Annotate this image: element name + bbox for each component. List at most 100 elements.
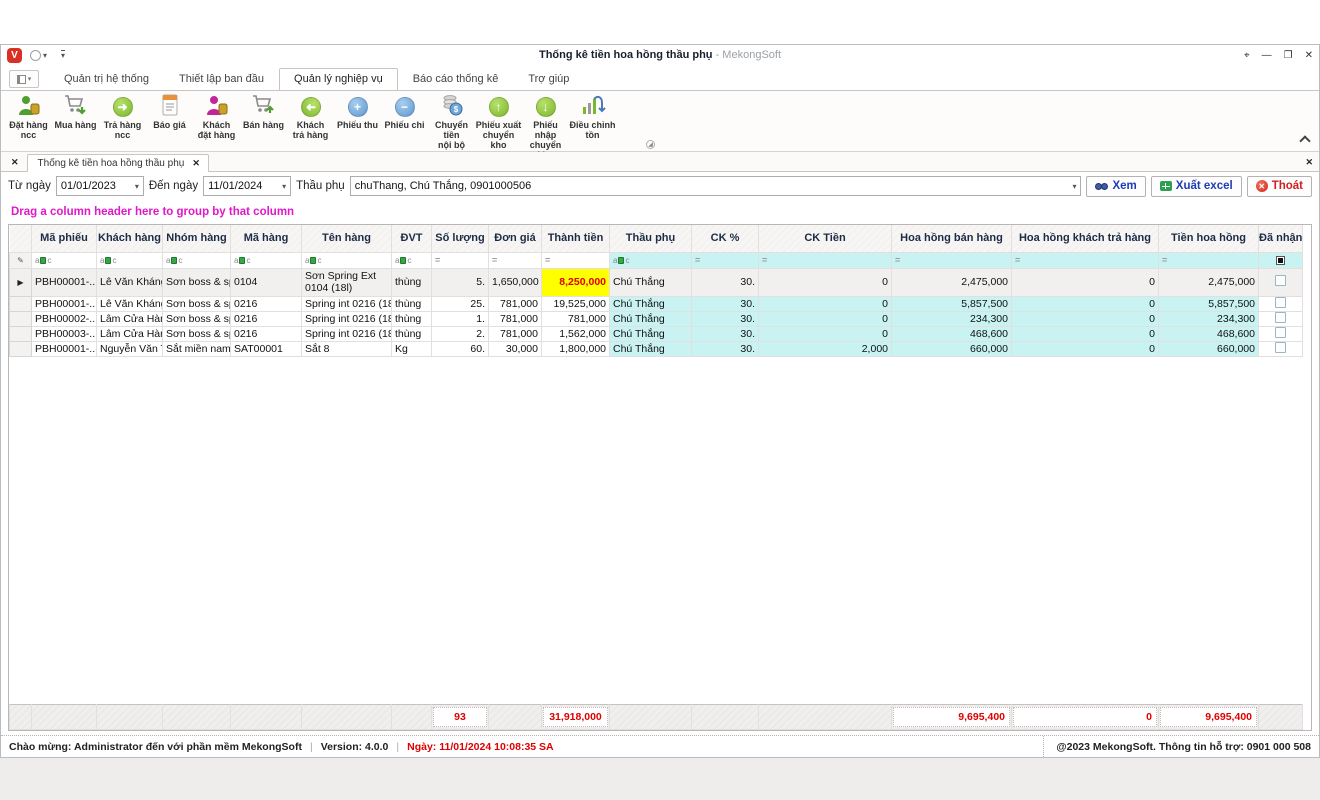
ribbon-tab-quản-trị-hệ-thống[interactable]: Quản trị hệ thống — [49, 68, 164, 90]
cell-ck_pct[interactable]: 30. — [692, 326, 759, 341]
cell-dvt[interactable]: thùng — [392, 326, 432, 341]
cell-hh_tra[interactable]: 0 — [1012, 341, 1159, 356]
ribbon-item-tra-hang-ncc[interactable]: ➜Trả hàng ncc — [99, 93, 146, 160]
filter-cell-ck_pct[interactable]: = — [692, 252, 759, 268]
cell-da_nhan[interactable] — [1259, 341, 1303, 356]
filter-cell-so_luong[interactable]: = — [432, 252, 489, 268]
cell-khach_hang[interactable]: Nguyễn Văn Tam — [97, 341, 163, 356]
cell-hh_tra[interactable]: 0 — [1012, 268, 1159, 296]
column-header-ma_phieu[interactable]: Mã phiếu — [32, 225, 97, 252]
cell-hh_tra[interactable]: 0 — [1012, 311, 1159, 326]
filter-cell-hh_ban[interactable]: = — [892, 252, 1012, 268]
table-row[interactable]: PBH00001-...Nguyễn Văn TamSắt miền namSA… — [10, 341, 1303, 356]
customize-toolbar-icon[interactable]: ▾ — [61, 50, 65, 60]
column-header-khach_hang[interactable]: Khách hàng — [97, 225, 163, 252]
ribbon-collapse-icon[interactable] — [1301, 135, 1309, 143]
cell-da_nhan[interactable] — [1259, 326, 1303, 341]
cell-ma_hang[interactable]: 0104 — [231, 268, 302, 296]
cell-ck_tien[interactable]: 0 — [759, 326, 892, 341]
cell-thanh_tien[interactable]: 1,562,000 — [542, 326, 610, 341]
cell-so_luong[interactable]: 25. — [432, 296, 489, 311]
filter-cell-ma_hang[interactable]: ac — [231, 252, 302, 268]
cell-nhom_hang[interactable]: Sơn boss & sp... — [163, 311, 231, 326]
cell-dvt[interactable]: thùng — [392, 296, 432, 311]
received-checkbox[interactable] — [1275, 342, 1286, 353]
cell-thanh_tien[interactable]: 8,250,000 — [542, 268, 610, 296]
tab-thong-ke-hoa-hong[interactable]: Thống kê tiền hoa hồng thầu phụ ✕ — [27, 154, 209, 172]
column-header-da_nhan[interactable]: Đã nhận — [1259, 225, 1303, 252]
filter-cell-nhom_hang[interactable]: ac — [163, 252, 231, 268]
ribbon-tab-trợ-giúp[interactable]: Trợ giúp — [513, 68, 584, 90]
ribbon-item-dieu-chinh-ton[interactable]: Điều chỉnh tồn — [569, 93, 616, 160]
ribbon-tab-quản-lý-nghiệp-vụ[interactable]: Quản lý nghiệp vụ — [279, 68, 398, 90]
cell-so_luong[interactable]: 60. — [432, 341, 489, 356]
ribbon-tab-báo-cáo-thống-kê[interactable]: Báo cáo thống kê — [398, 68, 514, 90]
ribbon-item-chuyen-tien-noi-bo[interactable]: $Chuyển tiền nội bộ — [428, 93, 475, 160]
cell-thau_phu[interactable]: Chú Thắng — [610, 311, 692, 326]
cell-don_gia[interactable]: 781,000 — [489, 326, 542, 341]
cell-dvt[interactable]: Kg — [392, 341, 432, 356]
group-dialog-launcher-icon[interactable]: ◢ — [646, 140, 655, 149]
cell-ma_hang[interactable]: SAT00001 — [231, 341, 302, 356]
row-indicator[interactable]: ▶ — [10, 268, 32, 296]
cell-ma_phieu[interactable]: PBH00003-... — [32, 326, 97, 341]
cell-nhom_hang[interactable]: Sắt miền nam — [163, 341, 231, 356]
filter-cell-khach_hang[interactable]: ac — [97, 252, 163, 268]
restore-icon[interactable]: ❐ — [1284, 50, 1293, 61]
chevron-down-icon[interactable]: ▾ — [278, 182, 290, 191]
cell-ma_hang[interactable]: 0216 — [231, 311, 302, 326]
ribbon-item-mua-hang[interactable]: Mua hàng — [52, 93, 99, 160]
cell-ck_tien[interactable]: 0 — [759, 311, 892, 326]
cell-thanh_tien[interactable]: 781,000 — [542, 311, 610, 326]
cell-nhom_hang[interactable]: Sơn boss & sp... — [163, 268, 231, 296]
column-header-ck_tien[interactable]: CK Tiền — [759, 225, 892, 252]
chevron-down-icon[interactable]: ▾ — [1068, 182, 1080, 191]
cell-hh_ban[interactable]: 2,475,000 — [892, 268, 1012, 296]
cell-thau_phu[interactable]: Chú Thắng — [610, 326, 692, 341]
cell-so_luong[interactable]: 1. — [432, 311, 489, 326]
cell-ten_hang[interactable]: Sơn Spring Ext 0104 (18l) — [302, 268, 392, 296]
filter-cell-dvt[interactable]: ac — [392, 252, 432, 268]
fullscreen-icon[interactable]: ⌖ — [1244, 50, 1250, 61]
minimize-icon[interactable]: — — [1262, 50, 1272, 61]
column-header-ten_hang[interactable]: Tên hàng — [302, 225, 392, 252]
cell-hh_ban[interactable]: 660,000 — [892, 341, 1012, 356]
cell-tien_hh[interactable]: 468,600 — [1159, 326, 1259, 341]
column-header-thanh_tien[interactable]: Thành tiền — [542, 225, 610, 252]
cell-ma_phieu[interactable]: PBH00001-... — [32, 341, 97, 356]
cell-khach_hang[interactable]: Lâm Cửa Hàng — [97, 311, 163, 326]
grid-empty-area[interactable] — [9, 357, 1311, 705]
cell-ck_pct[interactable]: 30. — [692, 311, 759, 326]
close-tab-right-icon[interactable]: ✕ — [1305, 157, 1313, 168]
column-header-hh_ban[interactable]: Hoa hồng bán hàng — [892, 225, 1012, 252]
cell-thanh_tien[interactable]: 19,525,000 — [542, 296, 610, 311]
to-date-input[interactable]: 11/01/2024▾ — [203, 176, 291, 196]
cell-tien_hh[interactable]: 2,475,000 — [1159, 268, 1259, 296]
cell-don_gia[interactable]: 781,000 — [489, 296, 542, 311]
cell-nhom_hang[interactable]: Sơn boss & sp... — [163, 296, 231, 311]
table-row[interactable]: PBH00001-...Lê Văn KhángSơn boss & sp...… — [10, 296, 1303, 311]
row-indicator[interactable] — [10, 326, 32, 341]
ribbon-tab-thiết-lập-ban-đầu[interactable]: Thiết lập ban đầu — [164, 68, 279, 90]
filter-cell-ck_tien[interactable]: = — [759, 252, 892, 268]
filter-row-pencil-icon[interactable]: ✎ — [10, 252, 32, 268]
ribbon-item-phieu-xuat-chuyen-kho[interactable]: ↑Phiếu xuất chuyển kho — [475, 93, 522, 160]
filter-cell-ten_hang[interactable]: ac — [302, 252, 392, 268]
cell-ma_phieu[interactable]: PBH00002-... — [32, 311, 97, 326]
cell-dvt[interactable]: thùng — [392, 311, 432, 326]
cell-khach_hang[interactable]: Lâm Cửa Hàng — [97, 326, 163, 341]
cell-ck_pct[interactable]: 30. — [692, 268, 759, 296]
close-icon[interactable]: ✕ — [1305, 50, 1313, 61]
received-checkbox[interactable] — [1275, 275, 1286, 286]
cell-ma_hang[interactable]: 0216 — [231, 296, 302, 311]
quick-access-icon[interactable] — [30, 50, 41, 61]
quick-access-caret-icon[interactable]: ▾ — [43, 51, 47, 60]
filter-cell-thau_phu[interactable]: ac — [610, 252, 692, 268]
ribbon-item-phieu-chi[interactable]: −Phiếu chi — [381, 93, 428, 160]
cell-ck_tien[interactable]: 0 — [759, 296, 892, 311]
filter-cell-hh_tra[interactable]: = — [1012, 252, 1159, 268]
chevron-down-icon[interactable]: ▾ — [131, 182, 143, 191]
column-header-thau_phu[interactable]: Thầu phụ — [610, 225, 692, 252]
cell-thanh_tien[interactable]: 1,800,000 — [542, 341, 610, 356]
cell-thau_phu[interactable]: Chú Thắng — [610, 341, 692, 356]
